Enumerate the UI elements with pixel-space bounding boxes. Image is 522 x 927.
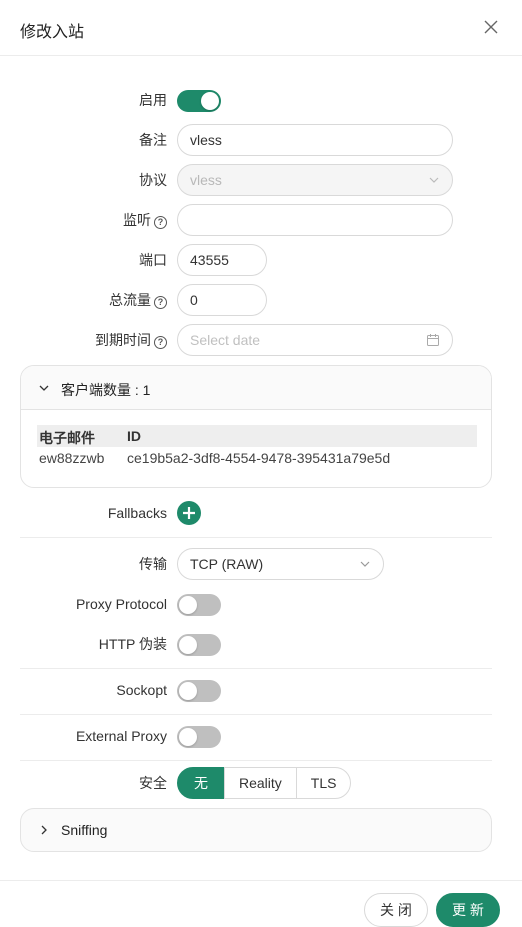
plus-icon [183,507,195,519]
add-fallback-button[interactable] [177,501,201,525]
listen-input[interactable] [177,204,453,236]
sockopt-toggle[interactable] [177,680,221,702]
remark-label: 备注 [139,132,167,148]
sockopt-label: Sockopt [116,682,167,698]
update-button[interactable]: 更 新 [436,893,500,927]
clients-panel-header[interactable]: 客户端数量 : 1 [21,366,491,410]
transport-row: 传输 TCP (RAW) [0,548,522,580]
protocol-select[interactable]: vless [177,164,453,196]
divider [20,760,492,761]
dialog-header: 修改入站 [0,0,522,56]
proxy-protocol-toggle[interactable] [177,594,221,616]
toggle-knob [179,596,197,614]
total-traffic-row: 总流量? [0,284,522,316]
enable-row: 启用 [0,84,522,116]
clients-count-title: 客户端数量 : 1 [61,382,151,398]
close-icon[interactable] [482,18,500,36]
listen-label: 监听 [123,212,151,228]
proxy-protocol-label: Proxy Protocol [75,596,167,612]
sockopt-row: Sockopt [0,674,522,706]
column-header-id: ID [127,428,141,444]
expiry-row: 到期时间? Select date [0,324,522,356]
clients-table: 电子邮件 ID ew88zzwb ce19b5a2-3df8-4554-9478… [37,425,477,469]
expiry-date-picker[interactable]: Select date [177,324,453,356]
toggle-knob [179,636,197,654]
security-row: 安全 无 Reality TLS [0,767,522,799]
security-label: 安全 [139,775,167,791]
chevron-down-icon [39,385,49,391]
client-email: ew88zzwb [39,450,105,466]
remark-row: 备注 [0,124,522,156]
divider [20,537,492,538]
fallbacks-row: Fallbacks [0,497,522,529]
security-option-reality[interactable]: Reality [224,767,297,799]
total-traffic-label: 总流量 [109,292,151,308]
clients-panel: 客户端数量 : 1 电子邮件 ID ew88zzwb ce19b5a2-3df8… [20,365,492,488]
chevron-down-icon [429,177,439,183]
toggle-knob [201,92,219,110]
security-option-none[interactable]: 无 [177,767,225,799]
transport-value: TCP (RAW) [190,556,264,572]
table-row: ew88zzwb ce19b5a2-3df8-4554-9478-395431a… [37,447,477,469]
enable-label: 启用 [139,92,167,108]
expiry-label-wrap: 到期时间? [95,324,167,356]
expiry-placeholder: Select date [190,332,261,348]
sniffing-panel-header[interactable]: Sniffing [20,808,492,852]
column-header-email: 电子邮件 [39,430,95,446]
help-icon[interactable]: ? [154,336,167,349]
help-icon[interactable]: ? [154,216,167,229]
toggle-knob [179,728,197,746]
divider [20,668,492,669]
sniffing-title: Sniffing [61,822,108,838]
port-row: 端口 [0,244,522,276]
listen-label-wrap: 监听? [123,204,167,236]
divider [20,714,492,715]
proxy-protocol-row: Proxy Protocol [0,588,522,620]
help-icon[interactable]: ? [154,296,167,309]
protocol-row: 协议 vless [0,164,522,196]
port-label: 端口 [139,252,167,268]
chevron-right-icon [41,825,47,835]
chevron-down-icon [360,561,370,567]
toggle-knob [179,682,197,700]
external-proxy-row: External Proxy [0,720,522,752]
total-traffic-input[interactable] [177,284,267,316]
enable-toggle[interactable] [177,90,221,112]
transport-label: 传输 [139,556,167,572]
fallbacks-label: Fallbacks [107,505,167,521]
table-header: 电子邮件 ID [37,425,477,447]
security-option-tls[interactable]: TLS [295,767,352,799]
http-camouflage-label: HTTP 伪装 [98,636,167,652]
external-proxy-label: External Proxy [75,728,167,744]
expiry-label: 到期时间 [95,332,151,348]
remark-input[interactable] [177,124,453,156]
protocol-label: 协议 [139,172,167,188]
client-id: ce19b5a2-3df8-4554-9478-395431a79e5d [127,450,391,466]
total-traffic-label-wrap: 总流量? [109,284,167,316]
protocol-value: vless [190,172,222,188]
security-segmented: 无 Reality TLS [177,767,352,799]
http-camouflage-toggle[interactable] [177,634,221,656]
close-button[interactable]: 关 闭 [364,893,428,927]
dialog-title: 修改入站 [20,24,85,41]
listen-row: 监听? [0,204,522,236]
transport-select[interactable]: TCP (RAW) [177,548,384,580]
calendar-icon [427,334,439,346]
port-input[interactable] [177,244,267,276]
external-proxy-toggle[interactable] [177,726,221,748]
dialog-footer: 关 闭 更 新 [0,880,522,927]
http-camouflage-row: HTTP 伪装 [0,628,522,660]
